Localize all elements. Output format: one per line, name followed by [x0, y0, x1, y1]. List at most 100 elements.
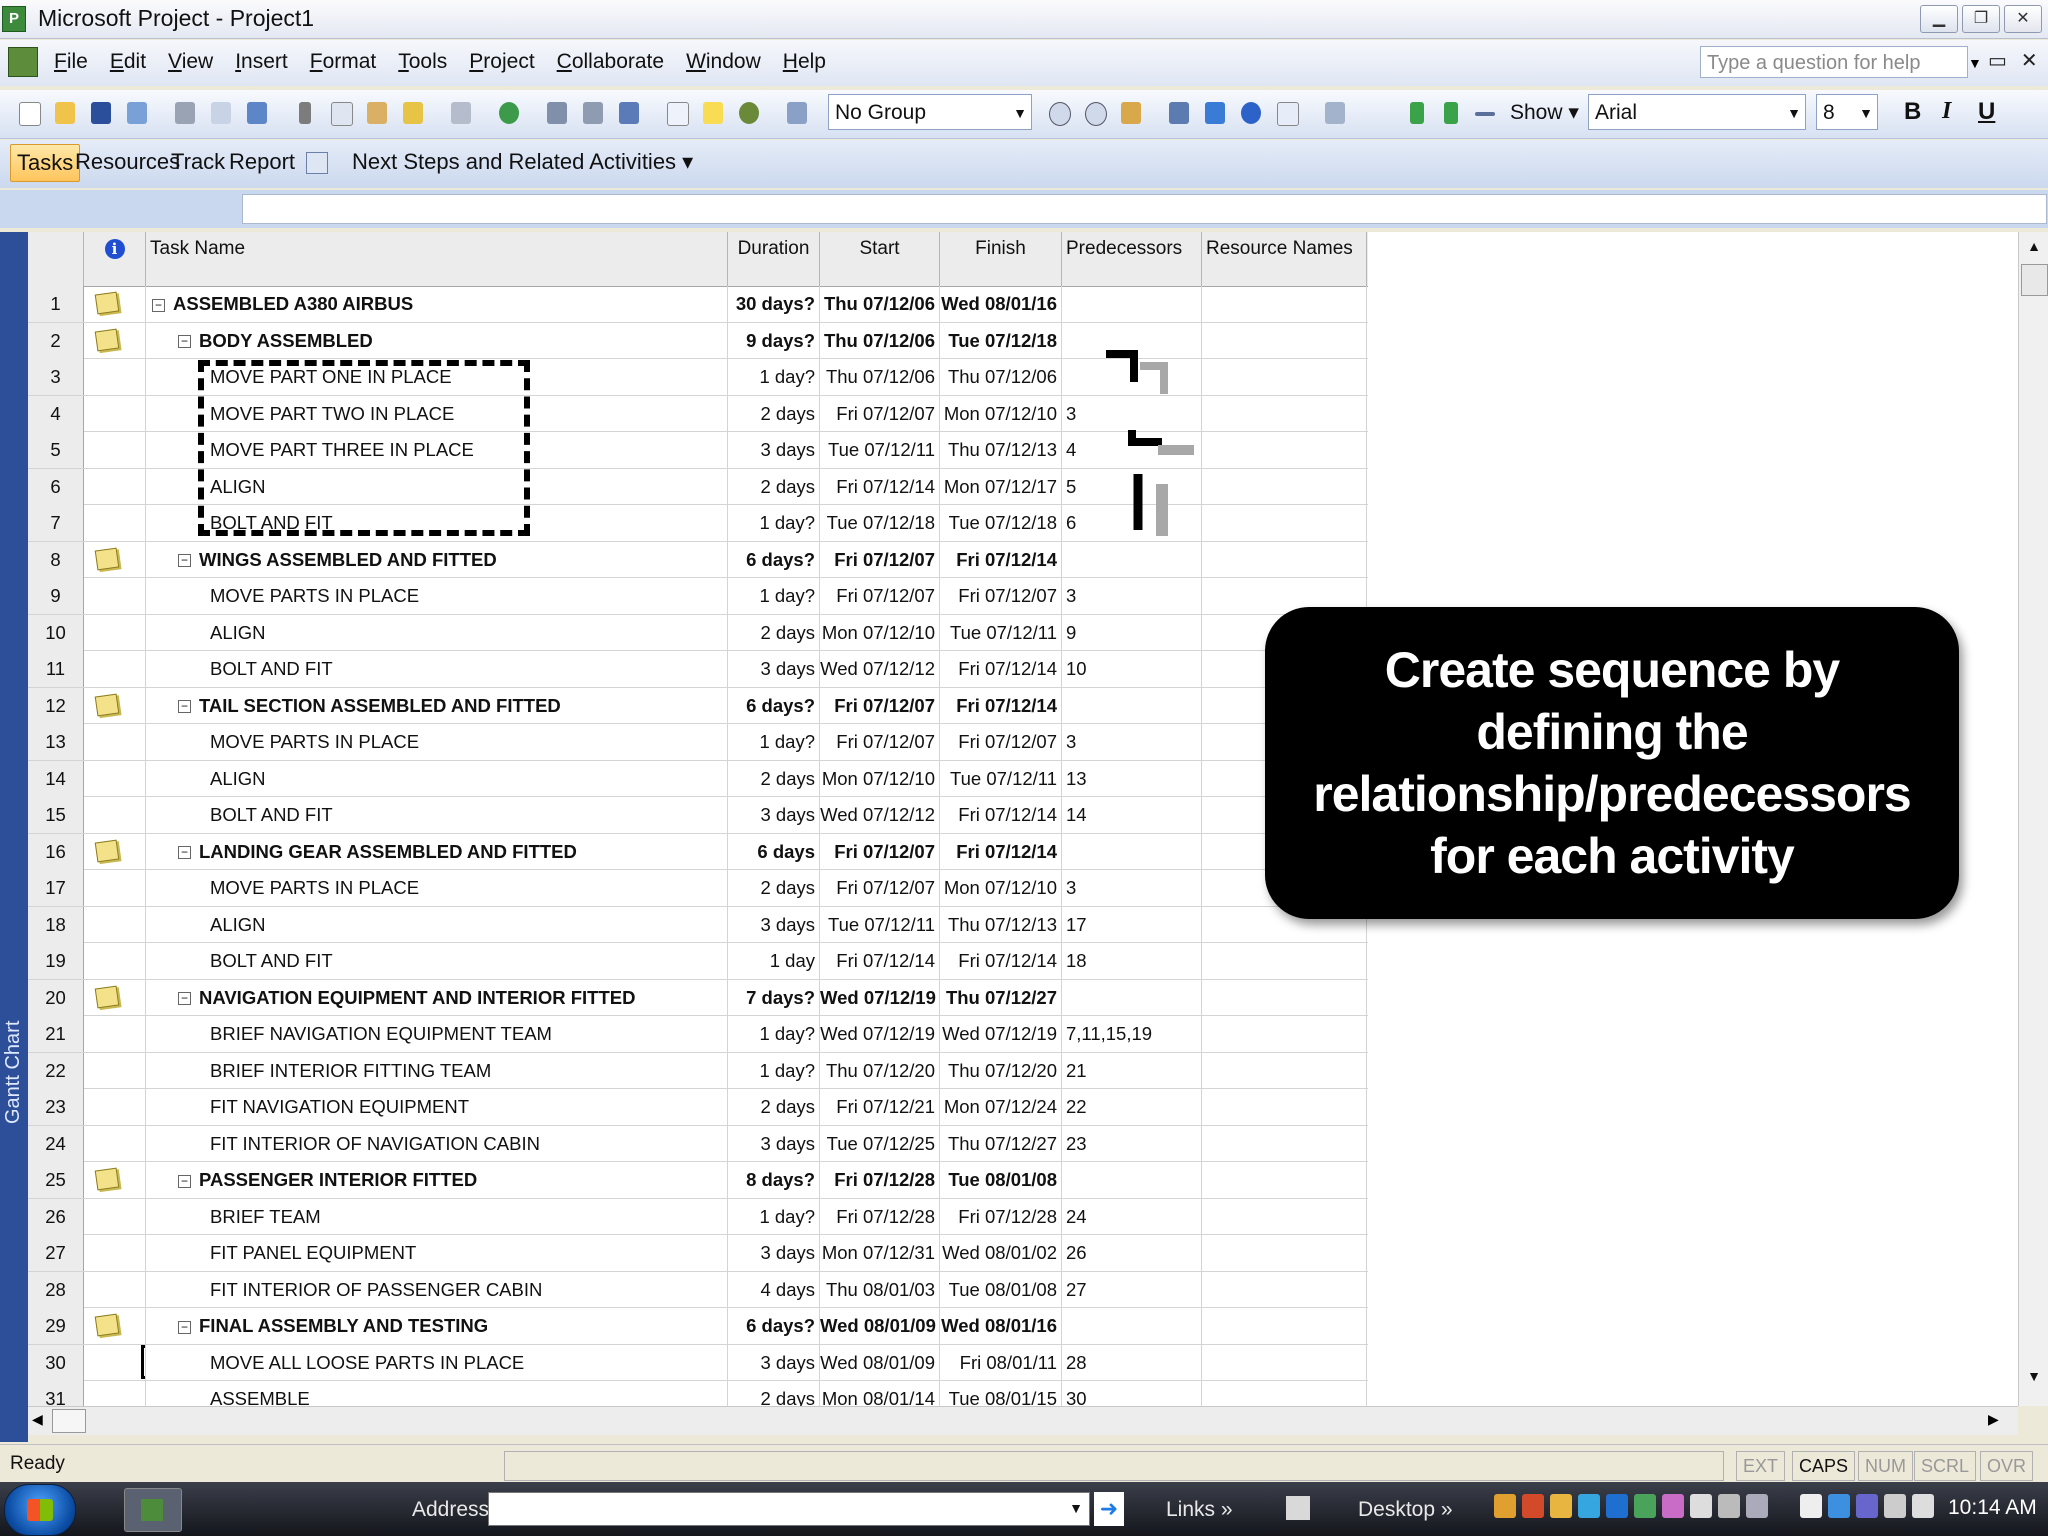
- finish-cell[interactable]: Mon 07/12/24: [940, 1089, 1062, 1125]
- duration-cell[interactable]: 9 days?: [728, 322, 820, 359]
- start-cell[interactable]: Fri 07/12/07: [820, 578, 940, 614]
- finish-cell[interactable]: Wed 08/01/16: [940, 1308, 1062, 1344]
- tab-track[interactable]: Track: [171, 144, 225, 180]
- table-row[interactable]: 12− TAIL SECTION ASSEMBLED AND FITTED 6 da…: [28, 687, 1368, 724]
- note-icon[interactable]: [94, 1167, 120, 1191]
- predecessors-cell[interactable]: [1062, 1308, 1202, 1344]
- start-cell[interactable]: Wed 07/12/12: [820, 797, 940, 833]
- resource-names-cell[interactable]: [1202, 1089, 1367, 1125]
- task-name-cell[interactable]: BOLT AND FIT: [146, 797, 728, 833]
- start-cell[interactable]: Thu 07/12/06: [820, 359, 940, 395]
- start-cell[interactable]: Fri 07/12/07: [820, 870, 940, 906]
- table-row[interactable]: 19 BOLT AND FIT 1 day Fri 07/12/14 Fri 07/12…: [28, 943, 1368, 980]
- address-input[interactable]: ▼: [488, 1492, 1090, 1526]
- predecessors-cell[interactable]: 21: [1062, 1052, 1202, 1089]
- start-cell[interactable]: Fri 07/12/07: [820, 724, 940, 760]
- row-id[interactable]: 11: [28, 651, 84, 687]
- table-row[interactable]: 16− LANDING GEAR ASSEMBLED AND FITTED 6 da…: [28, 833, 1368, 870]
- task-name-cell[interactable]: BRIEF NAVIGATION EQUIPMENT TEAM: [146, 1016, 728, 1052]
- resource-names-cell[interactable]: [1202, 1125, 1367, 1162]
- predecessors-cell[interactable]: 24: [1062, 1198, 1202, 1235]
- start-cell[interactable]: Mon 08/01/14: [820, 1381, 940, 1406]
- start-cell[interactable]: Fri 07/12/07: [820, 687, 940, 724]
- table-row[interactable]: 17 MOVE PARTS IN PLACE 2 days Fri 07/12/07 M…: [28, 870, 1368, 907]
- resource-names-cell[interactable]: [1202, 322, 1367, 359]
- row-id[interactable]: 7: [28, 505, 84, 541]
- view-bar[interactable]: Gantt Chart: [0, 232, 28, 1442]
- tray-network-icon[interactable]: [1800, 1494, 1822, 1518]
- row-id[interactable]: 15: [28, 797, 84, 833]
- task-name-cell[interactable]: FIT PANEL EQUIPMENT: [146, 1235, 728, 1271]
- font-size-select[interactable]: 8 ▼: [1816, 94, 1878, 130]
- collapse-minus-icon[interactable]: −: [178, 1174, 191, 1188]
- predecessors-cell[interactable]: 10: [1062, 651, 1202, 687]
- row-id[interactable]: 23: [28, 1089, 84, 1125]
- note-icon[interactable]: [94, 291, 120, 315]
- tray-app-icon-4[interactable]: [1578, 1494, 1600, 1518]
- duration-cell[interactable]: 1 day?: [728, 1198, 820, 1235]
- left-arrow-icon[interactable]: [1404, 98, 1430, 128]
- table-row[interactable]: 21 BRIEF NAVIGATION EQUIPMENT TEAM 1 day? W…: [28, 1016, 1368, 1053]
- menu-help[interactable]: Help: [783, 50, 826, 74]
- row-id[interactable]: 17: [28, 870, 84, 906]
- start-cell[interactable]: Thu 08/01/03: [820, 1271, 940, 1308]
- resource-names-cell[interactable]: [1202, 1381, 1367, 1406]
- publish-icon[interactable]: [124, 98, 150, 128]
- finish-cell[interactable]: Wed 07/12/19: [940, 1016, 1062, 1052]
- predecessors-cell[interactable]: 26: [1062, 1235, 1202, 1271]
- start-header[interactable]: Start: [820, 232, 940, 286]
- next-steps-dropdown[interactable]: Next Steps and Related Activities ▾: [352, 144, 693, 180]
- row-id[interactable]: 25: [28, 1162, 84, 1198]
- font-select[interactable]: Arial ▼: [1588, 94, 1806, 130]
- indicator-cell[interactable]: [84, 1198, 146, 1235]
- spelling-icon[interactable]: [244, 98, 270, 128]
- maximize-button[interactable]: ❐: [1962, 5, 2000, 33]
- copy-icon[interactable]: [328, 98, 354, 128]
- start-cell[interactable]: Fri 07/12/07: [820, 541, 940, 578]
- finish-cell[interactable]: Mon 07/12/10: [940, 395, 1062, 432]
- hyperlink-icon[interactable]: [496, 98, 522, 128]
- network-icon[interactable]: [1202, 98, 1228, 128]
- row-id[interactable]: 12: [28, 687, 84, 724]
- right-arrow-icon[interactable]: [1438, 98, 1464, 128]
- help-dropdown-icon[interactable]: ▼: [1968, 55, 1982, 71]
- duration-cell[interactable]: 3 days: [728, 1344, 820, 1381]
- print-preview-icon[interactable]: [208, 98, 234, 128]
- list-icon[interactable]: [306, 152, 328, 174]
- finish-cell[interactable]: Fri 07/12/28: [940, 1198, 1062, 1235]
- indicator-cell[interactable]: [84, 1271, 146, 1308]
- duration-cell[interactable]: 3 days: [728, 1125, 820, 1162]
- duration-cell[interactable]: 1 day?: [728, 1016, 820, 1052]
- task-name-cell[interactable]: BRIEF TEAM: [146, 1198, 728, 1235]
- row-id[interactable]: 21: [28, 1016, 84, 1052]
- table-row[interactable]: 28 FIT INTERIOR OF PASSENGER CABIN 4 days T…: [28, 1271, 1368, 1308]
- start-cell[interactable]: Tue 07/12/11: [820, 432, 940, 468]
- predecessors-cell[interactable]: [1062, 687, 1202, 724]
- note-icon[interactable]: [94, 328, 120, 351]
- table-row[interactable]: 13 MOVE PARTS IN PLACE 1 day? Fri 07/12/07 F…: [28, 724, 1368, 761]
- calendar-icon[interactable]: [1166, 98, 1192, 128]
- link-tasks-icon[interactable]: [544, 98, 570, 128]
- table-row[interactable]: 15 BOLT AND FIT 3 days Wed 07/12/12 Fri 07/1…: [28, 797, 1368, 834]
- format-painter-icon[interactable]: [400, 98, 426, 128]
- document-icon[interactable]: [8, 47, 38, 77]
- table-row[interactable]: 24 FIT INTERIOR OF NAVIGATION CABIN 3 days…: [28, 1125, 1368, 1162]
- task-name-cell[interactable]: FIT NAVIGATION EQUIPMENT: [146, 1089, 728, 1125]
- edit-icon[interactable]: [1286, 1496, 1310, 1520]
- task-name-cell[interactable]: MOVE PARTS IN PLACE: [146, 870, 728, 906]
- indicator-cell[interactable]: [84, 1016, 146, 1052]
- resource-names-cell[interactable]: [1202, 1198, 1367, 1235]
- tray-app-icon-1[interactable]: [1494, 1494, 1516, 1518]
- task-notes-icon[interactable]: [700, 98, 726, 128]
- task-name-cell[interactable]: MOVE PARTS IN PLACE: [146, 724, 728, 760]
- table-row[interactable]: 11 BOLT AND FIT 3 days Wed 07/12/12 Fri 07/1…: [28, 651, 1368, 688]
- start-button[interactable]: [4, 1484, 76, 1536]
- menu-view[interactable]: View: [168, 50, 213, 74]
- resource-names-cell[interactable]: [1202, 286, 1367, 322]
- new-icon[interactable]: [16, 98, 42, 128]
- tray-app-icon-10[interactable]: [1746, 1494, 1768, 1518]
- scroll-right-icon[interactable]: ▶: [1988, 1411, 1999, 1428]
- note-icon[interactable]: [94, 693, 120, 716]
- resource-names-cell[interactable]: [1202, 943, 1367, 979]
- duration-cell[interactable]: 6 days?: [728, 541, 820, 578]
